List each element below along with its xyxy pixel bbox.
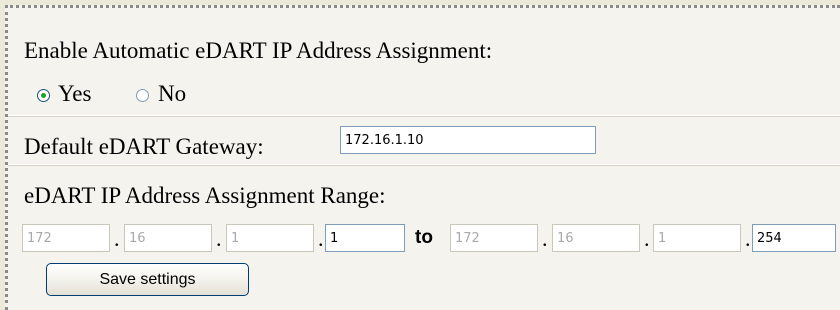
radio-yes-label[interactable]: Yes xyxy=(58,81,91,107)
radio-no-label[interactable]: No xyxy=(158,81,186,107)
octet-separator: . xyxy=(745,226,751,251)
range-end-octet-4[interactable] xyxy=(752,224,836,252)
octet-separator: . xyxy=(644,226,650,251)
gateway-input[interactable] xyxy=(340,126,596,154)
range-to-label: to xyxy=(415,227,433,248)
radio-yes[interactable] xyxy=(37,89,50,102)
octet-separator: . xyxy=(216,226,222,251)
range-end-octet-2[interactable] xyxy=(552,224,640,252)
auto-assign-label: Enable Automatic eDART IP Address Assign… xyxy=(24,38,493,63)
range-start-octet-1[interactable] xyxy=(22,224,110,252)
save-settings-button[interactable]: Save settings xyxy=(46,263,249,296)
range-start-octet-2[interactable] xyxy=(124,224,212,252)
settings-panel: Enable Automatic eDART IP Address Assign… xyxy=(5,5,840,310)
octet-separator: . xyxy=(114,226,120,251)
gateway-label: Default eDART Gateway: xyxy=(24,134,264,159)
radio-no[interactable] xyxy=(136,89,149,102)
octet-separator: . xyxy=(318,226,324,251)
range-end-octet-1[interactable] xyxy=(450,224,538,252)
range-label: eDART IP Address Assignment Range: xyxy=(24,183,386,208)
radio-dot-icon xyxy=(41,93,46,98)
range-start-octet-3[interactable] xyxy=(226,224,314,252)
divider xyxy=(8,164,840,166)
divider xyxy=(8,115,840,117)
octet-separator: . xyxy=(542,226,548,251)
range-start-octet-4[interactable] xyxy=(325,224,405,252)
range-end-octet-3[interactable] xyxy=(653,224,741,252)
